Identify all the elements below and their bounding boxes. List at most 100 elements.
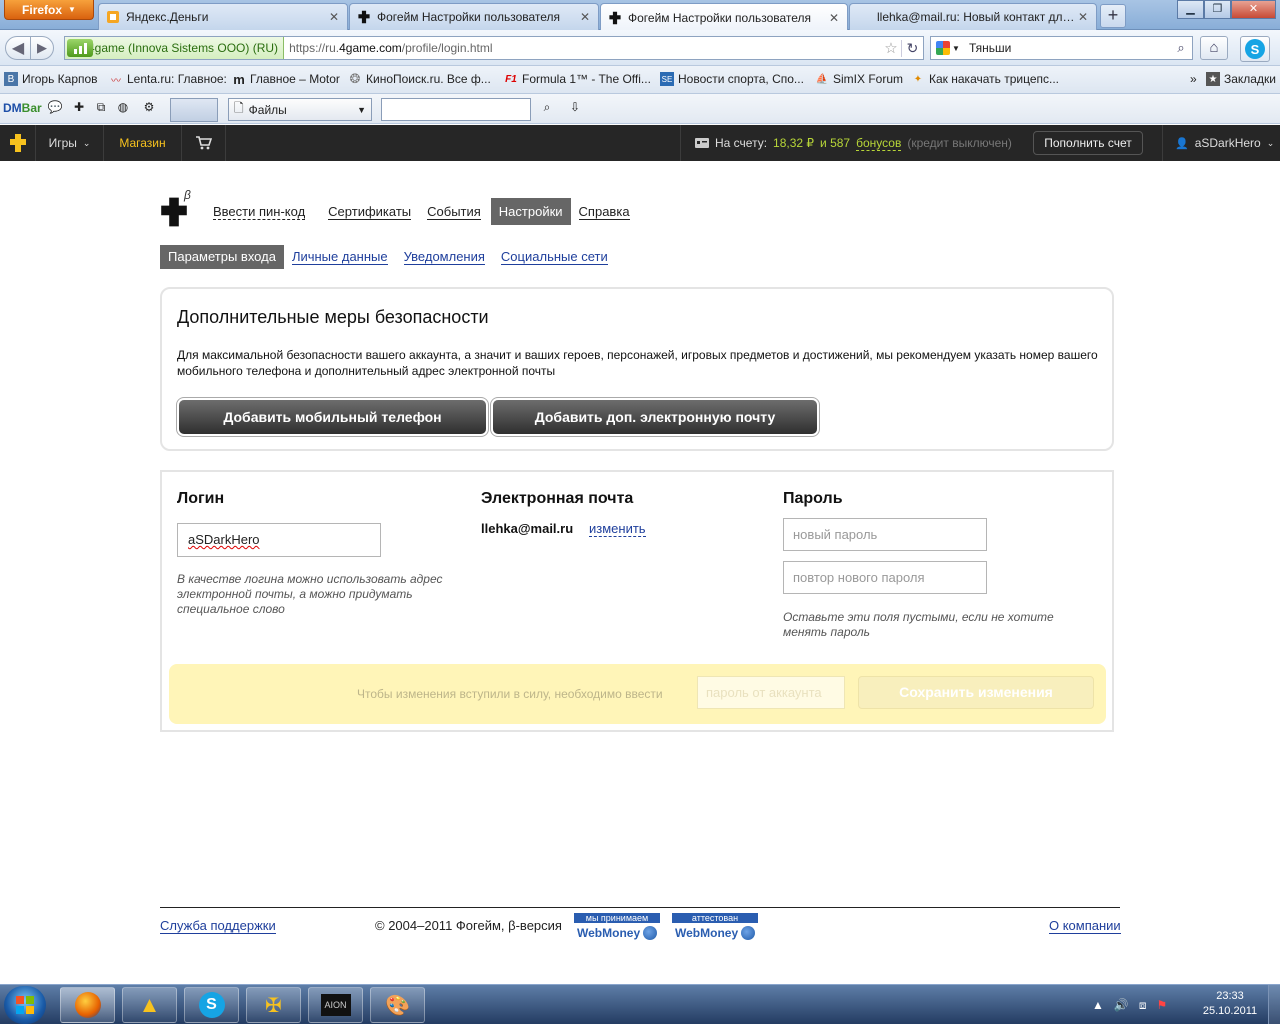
- bookmark-item[interactable]: m Главное – Motor: [232, 72, 340, 87]
- dmbar-files-dropdown[interactable]: 🗋 Файлы ▼: [228, 98, 372, 121]
- browser-tab-4game-settings-active[interactable]: Фогейм Настройки пользователя ✕: [600, 3, 848, 31]
- new-tab-button[interactable]: +: [1100, 4, 1126, 28]
- user-menu[interactable]: 👤 aSDarkHero ⌄: [1162, 125, 1280, 161]
- aimp-icon: ▲: [138, 992, 161, 1017]
- repeat-password-field[interactable]: повтор нового пароля: [783, 561, 987, 594]
- browser-tab-yandex-money[interactable]: Яндекс.Деньги ✕: [98, 3, 348, 30]
- download-icon[interactable]: ⇩: [566, 100, 584, 118]
- nav-enter-pin[interactable]: Ввести пин-код: [205, 198, 313, 225]
- topup-button[interactable]: Пополнить счет: [1033, 131, 1143, 155]
- account-password-field[interactable]: пароль от аккаунта: [697, 676, 845, 709]
- bookmark-item[interactable]: SE Новости спорта, Спо...: [660, 72, 804, 86]
- search-icon[interactable]: ⌕: [538, 100, 556, 118]
- arrow-right-icon: ▶: [37, 40, 47, 55]
- tray-expand-icon[interactable]: ▲: [1092, 998, 1104, 1012]
- support-link[interactable]: Служба поддержки: [160, 918, 276, 934]
- subnav-login-params[interactable]: Параметры входа: [160, 245, 284, 269]
- bookmark-item[interactable]: ❂ КиноПоиск.ru. Все ф...: [348, 71, 491, 86]
- globe-icon[interactable]: ◍: [114, 100, 132, 118]
- taskbar-game-app[interactable]: ✠: [246, 987, 301, 1023]
- network-icon[interactable]: ⧈: [1139, 998, 1147, 1013]
- volume-icon[interactable]: 🔊: [1114, 998, 1129, 1012]
- bonus-link[interactable]: бонусов: [856, 136, 902, 151]
- search-input[interactable]: Тяньши: [965, 41, 1170, 55]
- address-bar[interactable]: 4game (Innova Sistems OOO) (RU) https://…: [64, 36, 924, 60]
- show-desktop-button[interactable]: [1268, 985, 1280, 1024]
- chat-icon[interactable]: 💬: [46, 100, 64, 118]
- nav-events[interactable]: События: [419, 198, 489, 225]
- system-tray: ▲ 🔊 ⧈ ⚑: [1092, 985, 1167, 1024]
- network-icon[interactable]: ⧉: [92, 100, 110, 118]
- settings-icon[interactable]: ⚙: [140, 100, 158, 118]
- shop-link[interactable]: Магазин: [104, 125, 182, 161]
- subnav-social-networks[interactable]: Социальные сети: [493, 245, 616, 269]
- nav-help[interactable]: Справка: [571, 198, 638, 225]
- puzzle-icon[interactable]: ✚: [70, 100, 88, 118]
- reload-icon[interactable]: ↻: [901, 39, 923, 57]
- skype-button[interactable]: S: [1240, 36, 1270, 62]
- new-password-field[interactable]: новый пароль: [783, 518, 987, 551]
- taskbar-aion[interactable]: AION: [308, 987, 363, 1023]
- webmoney-accept-badge[interactable]: мы принимаем WebMoney: [574, 913, 660, 943]
- close-icon[interactable]: ✕: [327, 10, 341, 24]
- nav-settings[interactable]: Настройки: [490, 198, 571, 225]
- subnav-notifications[interactable]: Уведомления: [396, 245, 493, 269]
- clock[interactable]: 23:33 25.10.2011: [1190, 989, 1270, 1019]
- close-icon[interactable]: ✕: [1076, 10, 1090, 24]
- bookmark-item[interactable]: ✦ Как накачать трицепс...: [911, 72, 1059, 86]
- 4game-page-logo[interactable]: β: [158, 188, 194, 228]
- close-icon[interactable]: ✕: [827, 11, 841, 25]
- flag-warning-icon[interactable]: ⚑: [1156, 998, 1167, 1012]
- forward-button[interactable]: ▶: [30, 36, 54, 60]
- star-icon[interactable]: ☆: [881, 39, 901, 57]
- home-button[interactable]: ⌂: [1200, 36, 1228, 60]
- search-icon[interactable]: ⌕: [1170, 40, 1192, 56]
- webmoney-attested-badge[interactable]: аттестован WebMoney: [672, 913, 758, 943]
- taskbar-firefox[interactable]: [60, 987, 115, 1023]
- mail-icon: [856, 9, 872, 25]
- games-menu[interactable]: Игры ⌄: [36, 125, 104, 161]
- taskbar-aimp[interactable]: ▲: [122, 987, 177, 1023]
- cart-button[interactable]: [182, 125, 226, 161]
- windows-logo-icon: [16, 996, 34, 1014]
- bookmark-item[interactable]: F1 Formula 1™ - The Offi...: [504, 72, 651, 86]
- bookmarks-menu[interactable]: ★ Закладки: [1206, 72, 1276, 86]
- subnav-personal-data[interactable]: Личные данные: [284, 245, 396, 269]
- sports-icon: SE: [660, 72, 674, 86]
- site-identity-button[interactable]: 4game (Innova Sistems OOO) (RU): [65, 37, 285, 59]
- close-icon[interactable]: ✕: [578, 10, 592, 24]
- add-extra-email-button[interactable]: Добавить доп. электронную почту: [493, 400, 817, 434]
- 4game-logo[interactable]: [0, 125, 36, 161]
- window-close-button[interactable]: ✕: [1231, 0, 1276, 19]
- back-button[interactable]: ◀: [5, 36, 31, 60]
- save-instructions: Чтобы изменения вступили в силу, необход…: [357, 687, 663, 701]
- login-field[interactable]: aSDarkHero: [177, 523, 381, 557]
- search-bar[interactable]: ▼ Тяньши ⌕: [930, 36, 1193, 60]
- fitness-icon: ✦: [913, 73, 923, 85]
- dmbar-search-input[interactable]: [381, 98, 531, 121]
- minimize-button[interactable]: ▁: [1177, 0, 1204, 19]
- bookmarks-overflow[interactable]: »: [1190, 72, 1197, 86]
- browser-tab-mail[interactable]: llehka@mail.ru: Новый контакт для ... ✕: [849, 3, 1097, 30]
- about-company-link[interactable]: О компании: [1049, 918, 1121, 934]
- film-reel-icon: ❂: [349, 71, 361, 86]
- change-email-link[interactable]: изменить: [589, 521, 646, 537]
- bookmark-item[interactable]: B Игорь Карпов: [4, 72, 98, 86]
- taskbar-paint[interactable]: 🎨: [370, 987, 425, 1023]
- dmbar-logo[interactable]: DMBar: [3, 101, 42, 115]
- search-engine-selector[interactable]: ▼: [931, 41, 965, 55]
- save-changes-button[interactable]: Сохранить изменения: [858, 676, 1094, 709]
- maximize-button[interactable]: ❐: [1204, 0, 1231, 19]
- url-text[interactable]: https://ru.4game.com/profile/login.html: [284, 41, 881, 55]
- add-mobile-phone-button[interactable]: Добавить мобильный телефон: [179, 400, 486, 434]
- aion-icon: AION: [320, 994, 351, 1016]
- browser-tab-4game-settings[interactable]: Фогейм Настройки пользователя ✕: [349, 3, 599, 30]
- bookmark-item[interactable]: 〰 Lenta.ru: Главное:: [109, 72, 227, 87]
- nav-certificates[interactable]: Сертификаты: [320, 198, 419, 225]
- firefox-menu-button[interactable]: Firefox ▼: [4, 0, 94, 20]
- signal-bars-icon[interactable]: [67, 39, 93, 57]
- start-button[interactable]: [4, 986, 46, 1024]
- taskbar-skype[interactable]: S: [184, 987, 239, 1023]
- bookmark-item[interactable]: ⛵ SimIX Forum: [815, 72, 903, 86]
- dmbar-preview-button[interactable]: [170, 98, 218, 122]
